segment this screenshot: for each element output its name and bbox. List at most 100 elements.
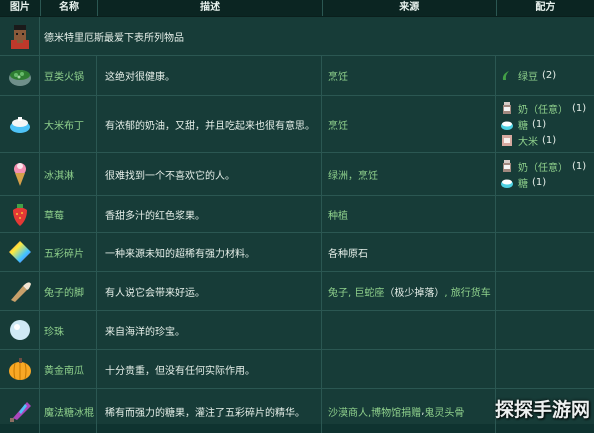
image-cell — [0, 272, 40, 310]
header-description: 描述 — [98, 0, 323, 16]
recipe-item: 绿豆 (2) — [500, 68, 556, 84]
intro-row: 德米特里厄斯最爱下表所列物品 — [0, 17, 594, 56]
table-row: 兔子的脚 有人说它会带来好运。 兔子, 巨蛇座 （极少掉落） , 旅行货车 — [0, 272, 594, 311]
recipe-cell: 奶（任意） (1) 糖 (1) 大米 (1) — [496, 96, 594, 152]
pearl-icon — [9, 320, 30, 340]
item-description: 来自海洋的珍宝。 — [97, 311, 322, 349]
recipe-cell: 奶（任意） (1) 糖 (1) — [496, 153, 594, 195]
item-source: 兔子, 巨蛇座 （极少掉落） , 旅行货车 — [322, 272, 496, 310]
golden-pumpkin-icon — [8, 358, 31, 380]
recipe-item: 糖 (1) — [500, 174, 546, 190]
image-cell — [0, 233, 40, 271]
source-link[interactable]: 兔子, 巨蛇座 — [328, 284, 384, 299]
intro-text: 德米特里厄斯最爱下表所列物品 — [44, 32, 184, 44]
image-cell — [0, 153, 40, 195]
item-name[interactable]: 草莓 — [40, 196, 97, 232]
source-link[interactable]: 沙漠商人,博物馆捐赠 — [328, 404, 421, 419]
image-cell — [0, 311, 40, 349]
item-name[interactable]: 大米布丁 — [40, 96, 97, 152]
green-bean-icon — [502, 70, 509, 80]
header-source: 来源 — [323, 0, 497, 16]
item-table: 图片 名称 描述 来源 配方 德米特里厄斯最爱下表所列物品 豆类火锅 这绝对很健… — [0, 0, 594, 433]
table-row: 五彩碎片 一种来源未知的超稀有强力材料。 各种原石 — [0, 233, 594, 272]
recipe-cell — [496, 233, 594, 271]
item-source[interactable]: 种植 — [322, 196, 496, 232]
item-description: 十分贵重，但没有任何实际作用。 — [97, 350, 322, 388]
recipe-item: 大米 (1) — [500, 132, 556, 148]
item-name[interactable]: 珍珠 — [40, 311, 97, 349]
item-source[interactable]: 烹饪 — [322, 96, 496, 152]
item-name[interactable]: 五彩碎片 — [40, 233, 97, 271]
milk-icon — [503, 160, 511, 172]
recipe-qty: (1) — [542, 134, 557, 146]
ice-cream-icon — [13, 163, 26, 186]
recipe-ingredient[interactable]: 奶（任意） — [518, 159, 568, 174]
recipe-qty: (2) — [542, 70, 557, 81]
item-description: 这绝对很健康。 — [97, 56, 322, 95]
recipe-ingredient[interactable]: 糖 — [518, 175, 528, 190]
strawberry-icon — [12, 204, 27, 226]
image-cell — [0, 196, 40, 232]
table-header: 图片 名称 描述 来源 配方 — [0, 0, 594, 17]
item-description: 很难找到一个不喜欢它的人。 — [97, 153, 322, 195]
header-recipe: 配方 — [535, 2, 556, 13]
item-name[interactable]: 冰淇淋 — [40, 153, 97, 195]
villager-portrait-icon — [10, 25, 29, 49]
rice-pudding-icon — [9, 117, 30, 133]
header-name: 名称 — [41, 0, 99, 16]
source-link[interactable]: 鬼灵头骨 — [424, 404, 464, 419]
item-source: 沙漠商人,博物馆捐赠 , 鬼灵头骨 — [322, 389, 496, 433]
recipe-ingredient[interactable]: 奶（任意） — [518, 101, 568, 116]
table-row: 珍珠 来自海洋的珍宝。 — [0, 311, 594, 350]
rice-icon — [502, 135, 512, 146]
item-description: 稀有而强力的糖果，灌注了五彩碎片的精华。 — [97, 389, 322, 433]
sugar-icon — [501, 179, 513, 188]
rabbit-foot-icon — [10, 282, 31, 302]
recipe-ingredient[interactable]: 大米 — [518, 133, 538, 148]
table-row: 豆类火锅 这绝对很健康。 烹饪 绿豆 (2) — [0, 56, 594, 96]
recipe-cell: 绿豆 (2) — [496, 56, 594, 95]
milk-icon — [503, 102, 511, 114]
item-source[interactable] — [322, 350, 496, 388]
bean-hotpot-icon — [8, 69, 31, 86]
table-row: 黄金南瓜 十分贵重，但没有任何实际作用。 — [0, 350, 594, 389]
recipe-cell — [496, 272, 594, 310]
sugar-icon — [501, 121, 513, 130]
source-note: （极少掉落） — [384, 287, 445, 299]
item-name[interactable]: 魔法糖冰棍 — [40, 389, 97, 433]
prismatic-shard-icon — [8, 241, 31, 263]
header-image: 图片 — [0, 0, 41, 16]
item-source[interactable]: 绿洲，烹饪 — [322, 153, 496, 195]
recipe-ingredient[interactable]: 糖 — [518, 117, 528, 132]
recipe-qty: (1) — [572, 102, 587, 114]
magic-rock-candy-icon — [9, 402, 31, 422]
item-description: 有浓郁的奶油，又甜，并且吃起来也很有意思。 — [97, 96, 322, 152]
recipe-cell — [496, 350, 594, 388]
item-name[interactable]: 黄金南瓜 — [40, 350, 97, 388]
table-row: 草莓 香甜多汁的红色浆果。 种植 — [0, 196, 594, 233]
recipe-cell — [496, 311, 594, 349]
recipe-qty: (1) — [532, 176, 547, 188]
item-name[interactable]: 豆类火锅 — [40, 56, 97, 95]
image-cell — [0, 389, 40, 433]
source-link[interactable]: , 旅行货车 — [444, 284, 490, 299]
intro-portrait-cell — [0, 17, 40, 55]
image-cell — [0, 96, 40, 152]
item-description: 香甜多汁的红色浆果。 — [97, 196, 322, 232]
watermark: 探探手游网 — [494, 399, 590, 421]
item-description: 有人说它会带来好运。 — [97, 272, 322, 310]
item-source[interactable]: 烹饪 — [322, 56, 496, 95]
image-cell — [0, 56, 40, 95]
recipe-qty: (1) — [532, 118, 547, 130]
recipe-item: 奶（任意） (1) — [500, 158, 586, 174]
table-row: 大米布丁 有浓郁的奶油，又甜，并且吃起来也很有意思。 烹饪 奶（任意） (1) … — [0, 96, 594, 153]
recipe-cell — [496, 196, 594, 232]
recipe-item: 糖 (1) — [500, 116, 546, 132]
source-text: 各种原石 — [328, 248, 368, 260]
recipe-qty: (1) — [572, 160, 587, 172]
table-row: 冰淇淋 很难找到一个不喜欢它的人。 绿洲，烹饪 奶（任意） (1) 糖 (1) — [0, 153, 594, 196]
item-name[interactable]: 兔子的脚 — [40, 272, 97, 310]
recipe-item: 奶（任意） (1) — [500, 100, 586, 116]
item-source[interactable] — [322, 311, 496, 349]
recipe-ingredient[interactable]: 绿豆 — [518, 68, 538, 83]
